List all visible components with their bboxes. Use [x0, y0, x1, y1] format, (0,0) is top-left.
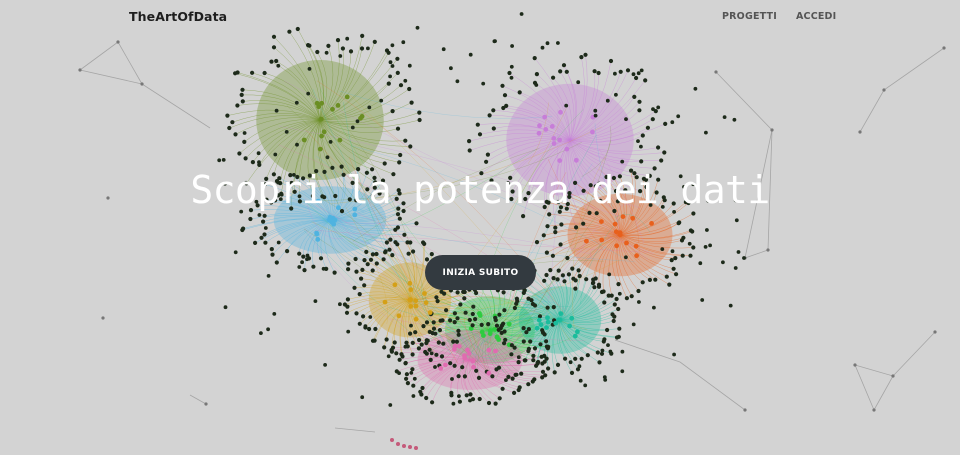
nav-link-progetti[interactable]: PROGETTI [722, 11, 777, 22]
start-now-button[interactable]: INIZIA SUBITO [425, 255, 536, 290]
nav-link-accedi[interactable]: ACCEDI [796, 11, 836, 22]
hero-title: Scopri la potenza dei dati [190, 168, 770, 212]
hero-section: TheArtOfData PROGETTI ACCEDI Scopri la p… [0, 0, 960, 455]
brand-logo-link[interactable]: TheArtOfData [129, 9, 227, 24]
network-graph-illustration [78, 12, 946, 450]
top-nav: PROGETTI ACCEDI [722, 11, 836, 22]
